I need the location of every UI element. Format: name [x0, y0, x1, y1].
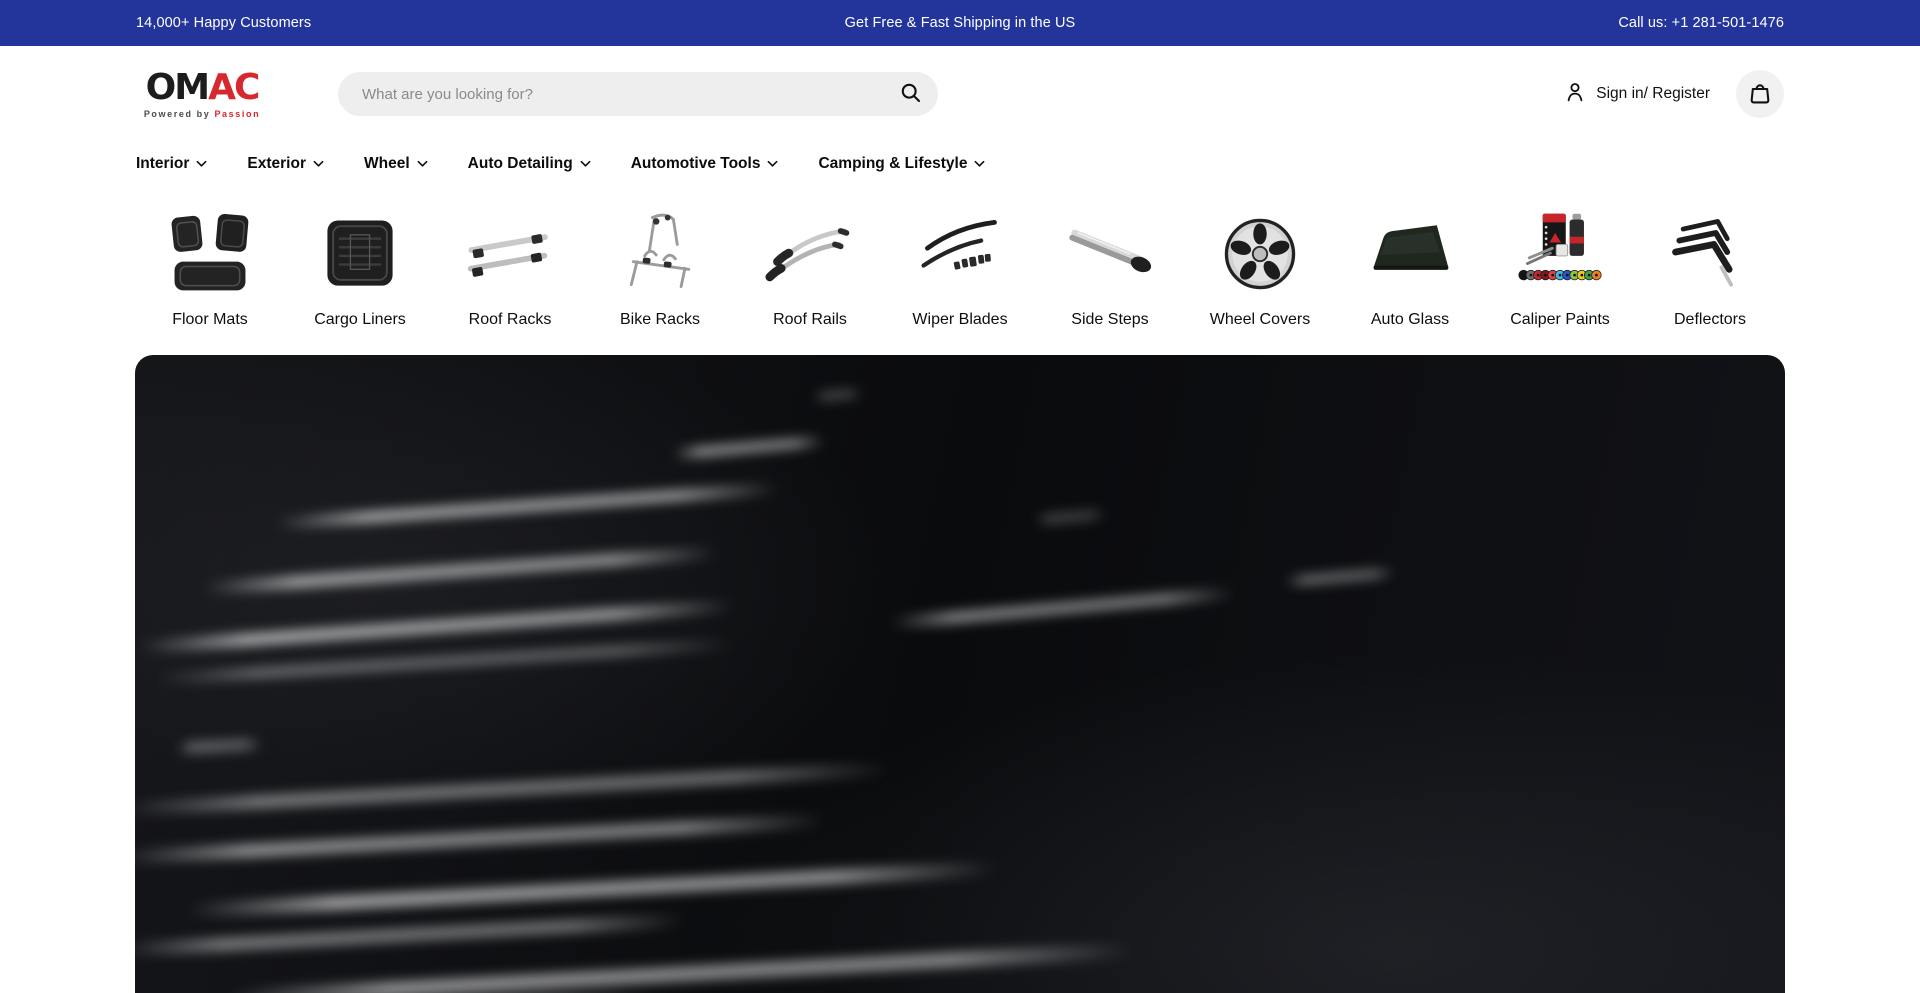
floor-mats-icon — [162, 206, 258, 302]
roof-rack-icon — [462, 206, 558, 302]
category-label: Floor Mats — [172, 311, 248, 329]
shopping-bag-icon — [1747, 80, 1773, 109]
hero-banner[interactable] — [135, 355, 1785, 993]
category-deflectors[interactable]: Deflectors — [1635, 206, 1785, 329]
side-steps-icon — [1062, 206, 1158, 302]
chevron-down-icon — [196, 155, 207, 173]
category-floor-mats[interactable]: Floor Mats — [135, 206, 285, 329]
nav-item-label: Exterior — [247, 155, 306, 173]
deflectors-icon — [1662, 206, 1758, 302]
call-us-text: Call us: +1 281-501-1476 — [1269, 15, 1784, 31]
category-wiper-blades[interactable]: Wiper Blades — [885, 206, 1035, 329]
nav-item-label: Interior — [136, 155, 189, 173]
category-label: Wheel Covers — [1210, 311, 1310, 329]
search-button[interactable] — [890, 72, 932, 116]
nav-item-label: Wheel — [364, 155, 410, 173]
logo-tagline: Powered by Passion — [144, 109, 260, 119]
chevron-down-icon — [974, 155, 985, 173]
nav-item-label: Camping & Lifestyle — [818, 155, 967, 173]
search-bar — [338, 72, 938, 116]
category-label: Wiper Blades — [912, 311, 1007, 329]
search-icon — [899, 81, 923, 108]
sign-in-register-button[interactable]: Sign in/ Register — [1563, 80, 1710, 109]
category-label: Deflectors — [1674, 311, 1746, 329]
nav-item-interior[interactable]: Interior — [136, 155, 207, 173]
nav-item-exterior[interactable]: Exterior — [247, 155, 324, 173]
happy-customers-text: 14,000+ Happy Customers — [136, 15, 651, 31]
nav-item-camping-lifestyle[interactable]: Camping & Lifestyle — [818, 155, 985, 173]
bike-rack-icon — [612, 206, 708, 302]
cargo-liner-icon — [312, 206, 408, 302]
main-nav: Interior Exterior Wheel Auto Detailing Autom… — [0, 142, 1920, 186]
wiper-blades-icon — [912, 206, 1008, 302]
nav-item-wheel[interactable]: Wheel — [364, 155, 428, 173]
chevron-down-icon — [580, 155, 591, 173]
category-label: Side Steps — [1071, 311, 1148, 329]
wheel-cover-icon — [1212, 206, 1308, 302]
category-label: Roof Rails — [773, 311, 847, 329]
nav-item-label: Auto Detailing — [468, 155, 573, 173]
site-header: OMAC Powered by Passion Sign in/ Registe… — [0, 46, 1920, 142]
user-icon — [1563, 80, 1587, 109]
category-caliper-paints[interactable]: Caliper Paints — [1485, 206, 1635, 329]
category-bike-racks[interactable]: Bike Racks — [585, 206, 735, 329]
omac-logo[interactable]: OMAC Powered by Passion — [136, 70, 268, 119]
category-wheel-covers[interactable]: Wheel Covers — [1185, 206, 1335, 329]
chevron-down-icon — [767, 155, 778, 173]
category-side-steps[interactable]: Side Steps — [1035, 206, 1185, 329]
category-label: Auto Glass — [1371, 311, 1449, 329]
nav-item-automotive-tools[interactable]: Automotive Tools — [631, 155, 779, 173]
shipping-message: Get Free & Fast Shipping in the US — [651, 15, 1269, 31]
category-auto-glass[interactable]: Auto Glass — [1335, 206, 1485, 329]
caliper-paints-icon — [1512, 206, 1608, 302]
category-label: Caliper Paints — [1510, 311, 1610, 329]
category-label: Cargo Liners — [314, 311, 406, 329]
announcement-bar: 14,000+ Happy Customers Get Free & Fast … — [0, 0, 1920, 46]
category-label: Bike Racks — [620, 311, 700, 329]
cart-button[interactable] — [1736, 70, 1784, 118]
auto-glass-icon — [1362, 206, 1458, 302]
category-roof-racks[interactable]: Roof Racks — [435, 206, 585, 329]
category-label: Roof Racks — [469, 311, 552, 329]
roof-rails-icon — [762, 206, 858, 302]
category-cargo-liners[interactable]: Cargo Liners — [285, 206, 435, 329]
search-input[interactable] — [338, 72, 938, 116]
sign-in-register-label: Sign in/ Register — [1596, 85, 1710, 103]
category-strip: Floor Mats Cargo Liners Roof Racks Bike … — [0, 206, 1920, 329]
category-roof-rails[interactable]: Roof Rails — [735, 206, 885, 329]
chevron-down-icon — [313, 155, 324, 173]
logo-wordmark: OMAC — [146, 70, 259, 106]
chevron-down-icon — [417, 155, 428, 173]
nav-item-label: Automotive Tools — [631, 155, 761, 173]
nav-item-auto-detailing[interactable]: Auto Detailing — [468, 155, 591, 173]
